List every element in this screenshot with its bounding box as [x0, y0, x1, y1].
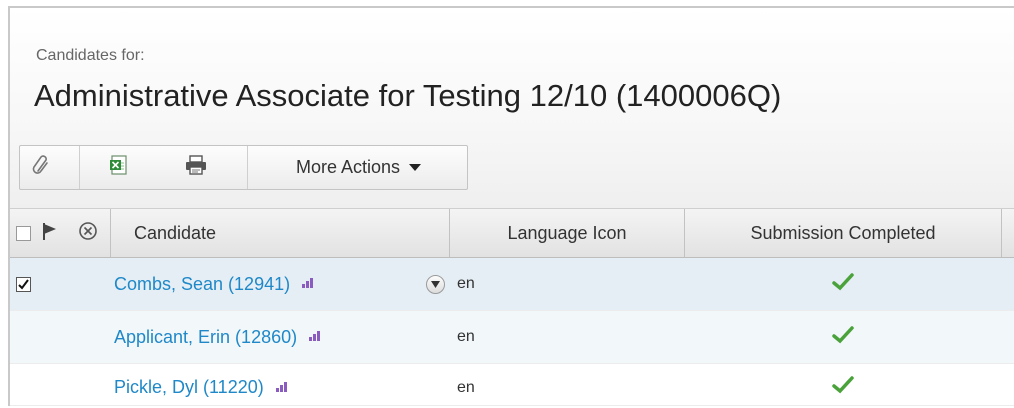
print-button[interactable] — [174, 146, 218, 189]
table-row[interactable]: Applicant, Erin (12860) en — [10, 311, 1014, 364]
row-checkbox[interactable] — [16, 276, 31, 292]
candidate-link[interactable]: Combs, Sean (12941) — [114, 274, 290, 295]
table-header: Candidate Language Icon Submission Compl… — [10, 208, 1014, 258]
language-code: en — [457, 275, 475, 292]
column-header-candidate[interactable]: Candidate — [134, 209, 444, 257]
attach-button[interactable] — [20, 146, 64, 189]
checkmark-icon — [18, 278, 29, 290]
ranking-icon — [275, 379, 290, 397]
submission-check-icon — [832, 325, 854, 349]
circle-x-icon — [78, 221, 98, 246]
paperclip-icon — [31, 154, 53, 181]
flag-icon — [41, 221, 59, 246]
flag-column-header[interactable] — [36, 209, 64, 257]
table-row[interactable]: Combs, Sean (12941) en — [10, 258, 1014, 311]
language-code: en — [457, 378, 475, 396]
table-row[interactable]: Pickle, Dyl (11220) en — [10, 364, 1014, 406]
excel-export-icon — [108, 154, 130, 181]
caret-down-icon — [409, 164, 422, 171]
submission-check-icon — [832, 376, 854, 399]
page-title: Administrative Associate for Testing 12/… — [34, 78, 782, 113]
select-all-checkbox[interactable] — [16, 225, 31, 241]
ranking-icon — [309, 328, 323, 346]
remove-column-header[interactable] — [68, 209, 108, 257]
candidate-link[interactable]: Pickle, Dyl (11220) — [114, 377, 264, 398]
submission-check-icon — [832, 272, 854, 296]
page-subtitle: Candidates for: — [36, 47, 145, 64]
more-actions-button[interactable]: More Actions — [249, 146, 468, 189]
action-toolbar: More Actions — [19, 145, 468, 190]
chevron-down-icon — [431, 280, 440, 288]
language-code: en — [457, 328, 475, 345]
column-header-language[interactable]: Language Icon — [450, 209, 684, 257]
printer-icon — [184, 154, 208, 181]
row-expand-button[interactable] — [426, 274, 445, 294]
column-header-submission[interactable]: Submission Completed — [685, 209, 1001, 257]
ranking-icon — [302, 275, 316, 293]
candidate-link[interactable]: Applicant, Erin (12860) — [114, 327, 297, 348]
export-excel-button[interactable] — [97, 146, 141, 189]
more-actions-label: More Actions — [295, 157, 401, 177]
